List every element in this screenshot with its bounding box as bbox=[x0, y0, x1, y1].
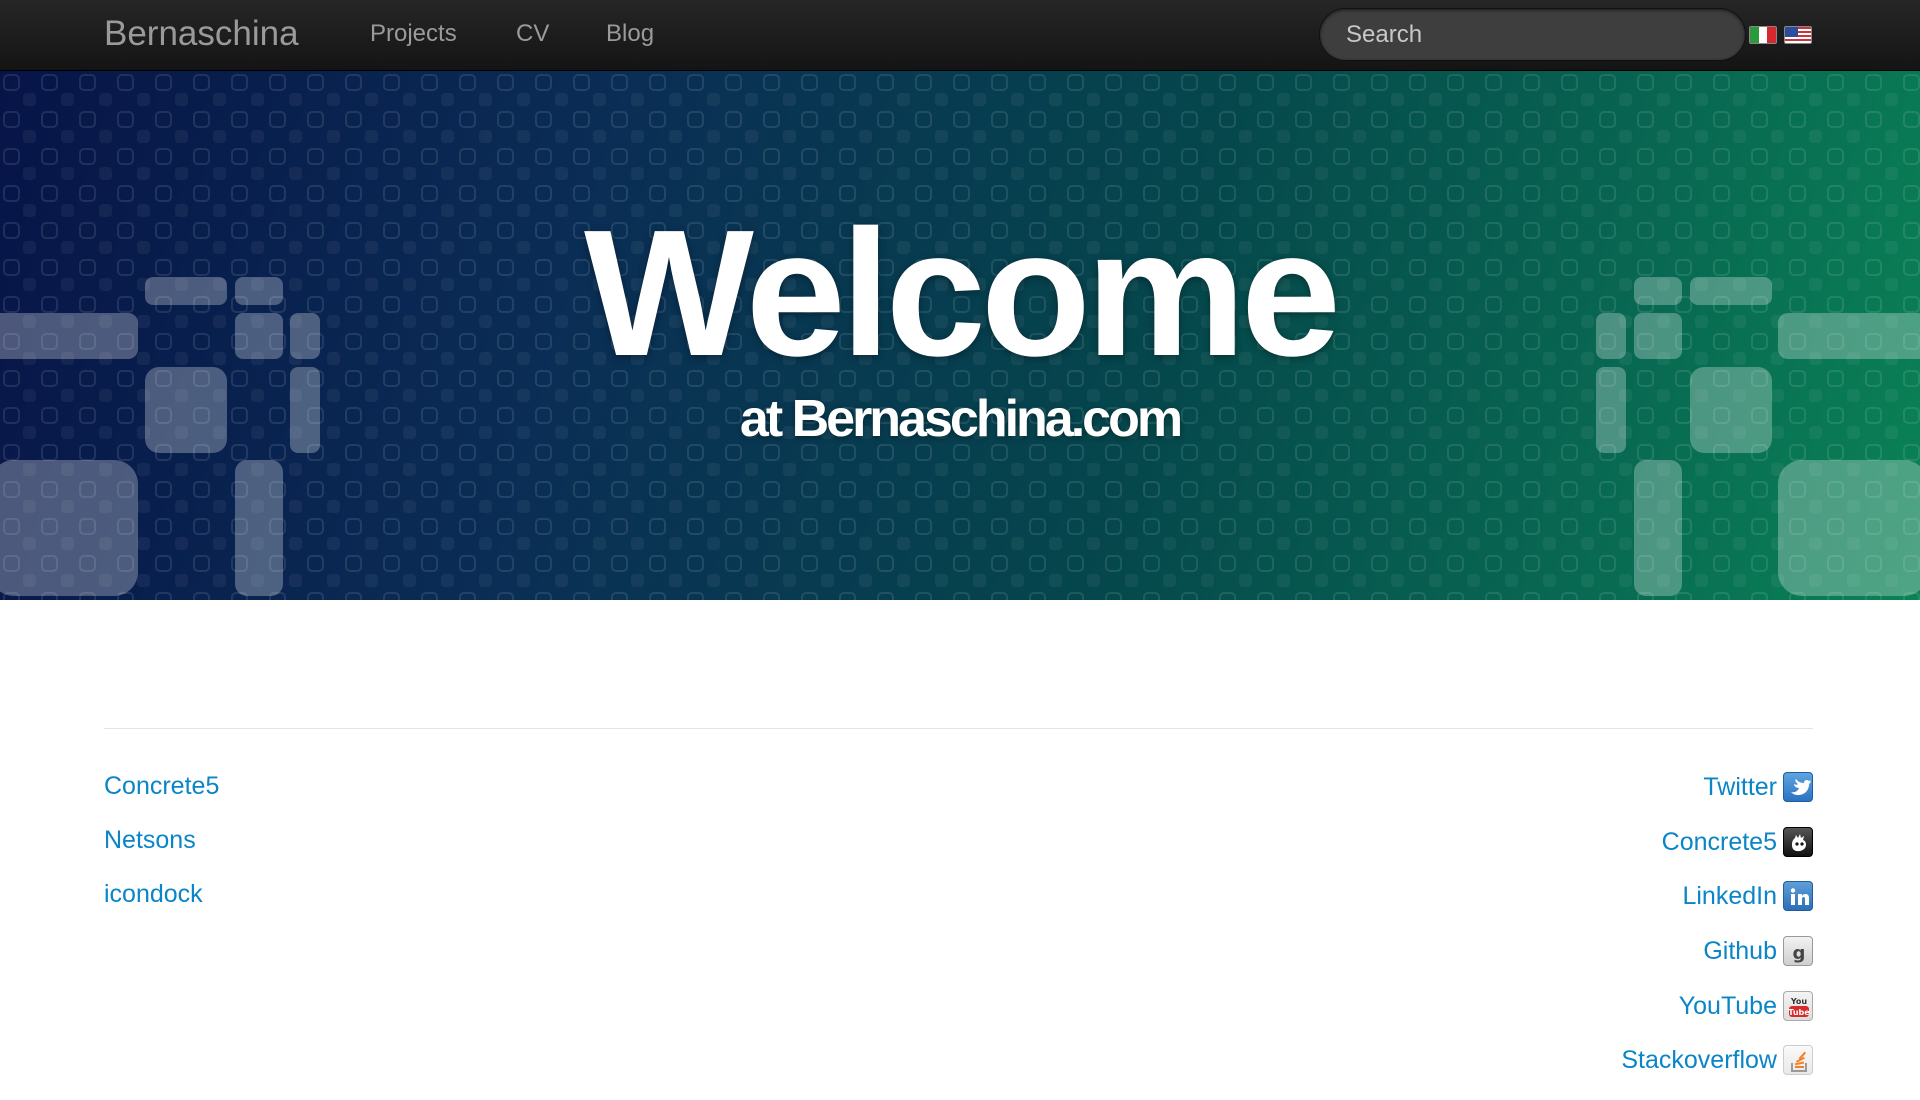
footer-link-concrete5[interactable]: Concrete5 bbox=[104, 771, 219, 801]
social-github[interactable]: Github g bbox=[1703, 936, 1813, 966]
github-link[interactable]: Github bbox=[1703, 936, 1777, 966]
footer-link-netsons[interactable]: Netsons bbox=[104, 825, 196, 855]
youtube-link[interactable]: YouTube bbox=[1679, 991, 1777, 1021]
italy-flag-icon[interactable] bbox=[1749, 26, 1777, 44]
concrete5-icon[interactable] bbox=[1783, 827, 1813, 857]
svg-text:Tube: Tube bbox=[1788, 1008, 1810, 1017]
nav-projects-link[interactable]: Projects bbox=[370, 20, 457, 48]
stackoverflow-icon[interactable] bbox=[1783, 1045, 1813, 1075]
social-youtube[interactable]: YouTube You Tube bbox=[1679, 991, 1813, 1021]
brand-link[interactable]: Bernaschina bbox=[104, 14, 299, 54]
top-navbar: Bernaschina Projects CV Blog bbox=[0, 0, 1920, 71]
social-linkedin[interactable]: LinkedIn bbox=[1682, 881, 1813, 911]
social-twitter[interactable]: Twitter bbox=[1703, 772, 1813, 802]
hero-subtitle: at Bernaschina.com bbox=[739, 390, 1183, 448]
hero-banner: Welcome at Bernaschina.com bbox=[0, 71, 1920, 600]
youtube-icon[interactable]: You Tube bbox=[1783, 991, 1813, 1021]
svg-text:g: g bbox=[1793, 943, 1806, 964]
footer-link-icondock[interactable]: icondock bbox=[104, 879, 203, 909]
social-concrete5[interactable]: Concrete5 bbox=[1662, 827, 1813, 857]
nav-blog-link[interactable]: Blog bbox=[606, 20, 654, 48]
stackoverflow-link[interactable]: Stackoverflow bbox=[1621, 1045, 1777, 1075]
social-stackoverflow[interactable]: Stackoverflow bbox=[1621, 1045, 1813, 1075]
hero-title: Welcome bbox=[584, 193, 1341, 394]
search-input[interactable] bbox=[1319, 8, 1746, 61]
twitter-link[interactable]: Twitter bbox=[1703, 772, 1777, 802]
twitter-icon[interactable] bbox=[1783, 772, 1813, 802]
nav-cv-link[interactable]: CV bbox=[516, 20, 549, 48]
footer-divider bbox=[104, 728, 1813, 729]
linkedin-icon[interactable] bbox=[1783, 881, 1813, 911]
linkedin-link[interactable]: LinkedIn bbox=[1682, 881, 1777, 911]
us-flag-icon[interactable] bbox=[1784, 26, 1812, 44]
concrete5-link[interactable]: Concrete5 bbox=[1662, 827, 1777, 857]
github-icon[interactable]: g bbox=[1783, 936, 1813, 966]
svg-text:You: You bbox=[1790, 997, 1808, 1006]
